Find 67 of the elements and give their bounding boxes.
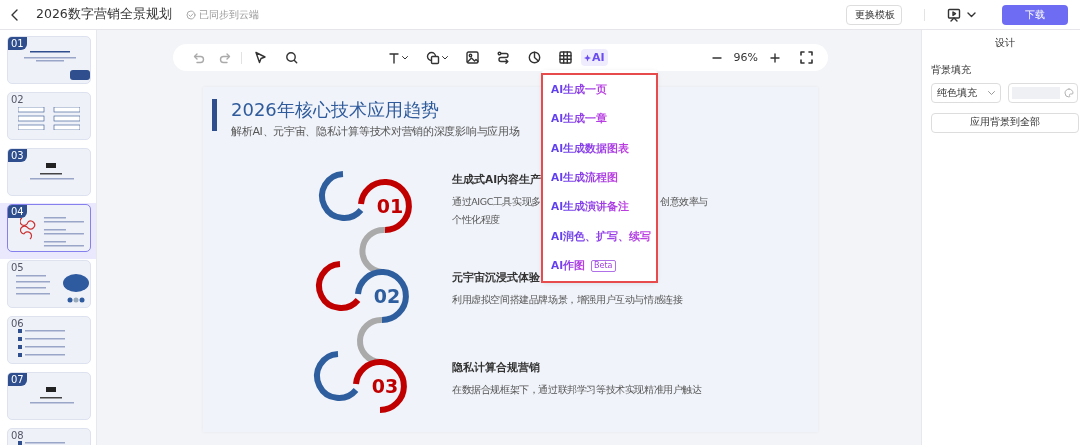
color-picker-field[interactable] <box>1008 83 1078 103</box>
palette-icon <box>1064 88 1074 98</box>
chevron-down-icon[interactable] <box>967 11 976 18</box>
chevron-down-icon <box>988 90 995 96</box>
back-icon[interactable] <box>10 7 20 22</box>
step-heading: 元宇宙沉浸式体验 <box>452 270 540 285</box>
slide-thumbnail[interactable]: 03 <box>7 148 91 196</box>
pointer-icon[interactable] <box>254 51 267 64</box>
slide-number: 06 <box>10 317 25 330</box>
slide-thumbnail[interactable]: 06 <box>7 316 91 364</box>
search-icon[interactable] <box>285 51 298 64</box>
download-button[interactable]: 下载 <box>1002 4 1068 25</box>
slide-number: 02 <box>10 93 25 106</box>
step-number: 02 <box>373 285 401 307</box>
section-label: 背景填充 <box>931 64 972 77</box>
template-button[interactable]: 更换模板 <box>846 4 902 25</box>
slide-thumbnail-drawing <box>24 51 90 80</box>
step-description: 个性化程度 <box>452 214 500 225</box>
slide-thumbnail[interactable]: 07 <box>7 372 91 420</box>
slide-number: 01 <box>8 37 27 50</box>
step-description: 在数据合规框架下，通过联邦学习等技术实现精准用户触达 <box>452 384 702 395</box>
slide-thumbnail[interactable]: 04 <box>7 204 91 252</box>
fullscreen-icon[interactable] <box>800 51 814 64</box>
step-description: 利用虚拟空间搭建品牌场景，增强用户互动与情感连接 <box>452 294 683 305</box>
slide-thumbnail-drawing <box>30 163 74 180</box>
slide-thumbnail[interactable]: 05 <box>7 260 91 308</box>
table-icon[interactable] <box>559 51 572 64</box>
sparkle-icon <box>584 53 591 62</box>
document-title: 2026数字营销全景规划 <box>36 6 172 23</box>
step-number: 01 <box>376 195 404 217</box>
panel-title: 设计 <box>993 37 1016 50</box>
slide-number: 04 <box>8 205 27 218</box>
zoom-in-icon[interactable] <box>770 52 781 63</box>
zoom-level: 96% <box>733 51 759 64</box>
slide-thumbnail-drawing <box>30 387 74 404</box>
slide-thumbnail[interactable]: 01 <box>7 36 91 84</box>
text-icon[interactable] <box>388 51 400 64</box>
pie-chart-icon[interactable] <box>528 51 541 64</box>
slide-subtitle: 解析AI、元宇宙、隐私计算等技术对营销的深度影响与应用场 <box>231 124 520 139</box>
slide-number: 07 <box>8 373 27 386</box>
slide-thumbnail-drawing <box>18 329 65 357</box>
slide-number: 05 <box>10 261 25 274</box>
slide-thumbnail-drawing <box>18 107 80 130</box>
step-number: 03 <box>371 375 399 397</box>
slide-thumbnail-drawing <box>20 217 84 247</box>
slide-thumbnail[interactable]: 02 <box>7 92 91 140</box>
ai-button[interactable]: AI <box>581 49 608 66</box>
check-circle-icon <box>185 9 196 20</box>
chevron-down-icon[interactable] <box>402 55 408 60</box>
ai-menu-item[interactable]: AI作图 Beta <box>551 256 616 277</box>
slide-thumbnail[interactable]: 08 <box>7 428 91 445</box>
step-heading: 生成式AI内容生产 <box>452 172 542 187</box>
step-heading: 隐私计算合规营销 <box>452 360 540 375</box>
chevron-down-icon[interactable] <box>442 55 448 60</box>
shapes-icon[interactable] <box>426 50 440 65</box>
image-icon[interactable] <box>466 51 479 64</box>
sync-status: 已同步到云端 <box>198 7 259 22</box>
slide-title: 2026年核心技术应用趋势 <box>231 99 440 121</box>
slide-number: 08 <box>10 429 25 442</box>
presentation-icon[interactable] <box>947 7 961 22</box>
step-description: 创意效率与 <box>660 195 708 209</box>
connector-icon[interactable] <box>497 51 510 64</box>
step-description: 通过AIGC工具实现多 <box>452 195 541 209</box>
beta-badge: Beta <box>591 260 616 273</box>
slide-number: 03 <box>8 149 27 162</box>
fill-type-dropdown[interactable]: 纯色填充 <box>931 83 1001 103</box>
apply-background-button[interactable]: 应用背景到全部 <box>931 112 1079 133</box>
